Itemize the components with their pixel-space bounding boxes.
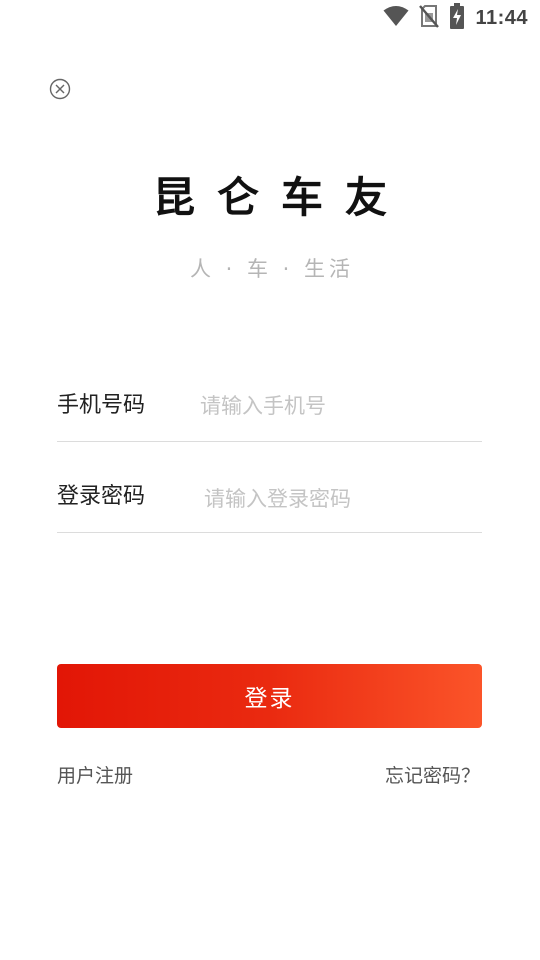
password-label: 登录密码 (57, 484, 146, 509)
status-time: 11:44 (475, 6, 528, 29)
app-subtitle: 人 · 车 · 生活 (189, 257, 355, 281)
wifi-icon (383, 5, 409, 31)
password-input[interactable] (204, 480, 474, 518)
password-row: 登录密码 (57, 472, 482, 533)
status-icons: 11:44 (383, 3, 528, 33)
battery-charging-icon (449, 3, 465, 33)
no-sim-icon (419, 4, 440, 32)
phone-label: 手机号码 (57, 393, 146, 418)
phone-row: 手机号码 (57, 381, 482, 442)
close-button[interactable] (48, 77, 72, 101)
register-link[interactable]: 用户注册 (57, 762, 133, 790)
phone-input[interactable] (200, 387, 470, 425)
app-title: 昆仑车友 (152, 173, 409, 222)
forgot-password-link[interactable]: 忘记密码？ (385, 762, 480, 790)
close-circle-icon (49, 78, 71, 100)
login-button[interactable]: 登录 (57, 664, 482, 728)
status-bar: 11:44 (0, 0, 540, 36)
